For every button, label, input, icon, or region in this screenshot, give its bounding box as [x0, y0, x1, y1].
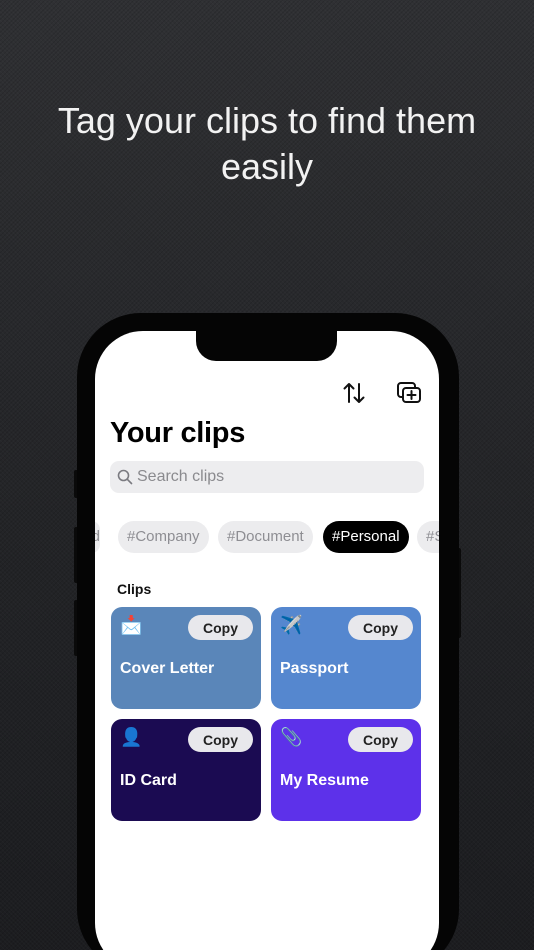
copy-button[interactable]: Copy: [188, 727, 253, 752]
tag-document[interactable]: #Document: [218, 521, 313, 553]
phone-notch: [196, 331, 337, 361]
clip-name: Cover Letter: [120, 660, 215, 677]
tag-company[interactable]: #Company: [118, 521, 209, 553]
clip-name: My Resume: [280, 772, 369, 789]
paperclip-icon: 📎: [280, 727, 303, 747]
copy-button[interactable]: Copy: [348, 615, 413, 640]
phone-screen: Your clips Search clips d #Company #Docu…: [95, 331, 439, 950]
sort-arrows-icon[interactable]: [340, 379, 368, 407]
tag-chip[interactable]: #S: [417, 521, 439, 553]
clip-name: Passport: [280, 660, 349, 677]
clip-card-cover-letter[interactable]: 📩 Copy Cover Letter: [111, 607, 261, 709]
tag-personal[interactable]: #Personal: [323, 521, 409, 553]
airplane-icon: ✈️: [280, 615, 303, 635]
search-placeholder: Search clips: [137, 468, 225, 485]
section-label: Clips: [117, 581, 152, 597]
clip-card-passport[interactable]: ✈️ Copy Passport: [271, 607, 421, 709]
copy-button[interactable]: Copy: [348, 727, 413, 752]
clip-card-id-card[interactable]: 👤 Copy ID Card: [111, 719, 261, 821]
clip-card-my-resume[interactable]: 📎 Copy My Resume: [271, 719, 421, 821]
tag-filter-bar: d #Company #Document #Personal #S: [95, 521, 439, 553]
envelope-icon: 📩: [120, 615, 143, 635]
headline: Tag your clips to find them easily: [57, 100, 477, 187]
page-title: Your clips: [110, 417, 246, 449]
tag-chip[interactable]: d: [95, 521, 100, 553]
copy-button[interactable]: Copy: [188, 615, 253, 640]
search-input[interactable]: Search clips: [110, 461, 424, 493]
search-icon: [117, 469, 133, 485]
clip-name: ID Card: [120, 772, 177, 789]
person-icon: 👤: [120, 727, 143, 747]
add-clip-icon[interactable]: [395, 379, 423, 407]
